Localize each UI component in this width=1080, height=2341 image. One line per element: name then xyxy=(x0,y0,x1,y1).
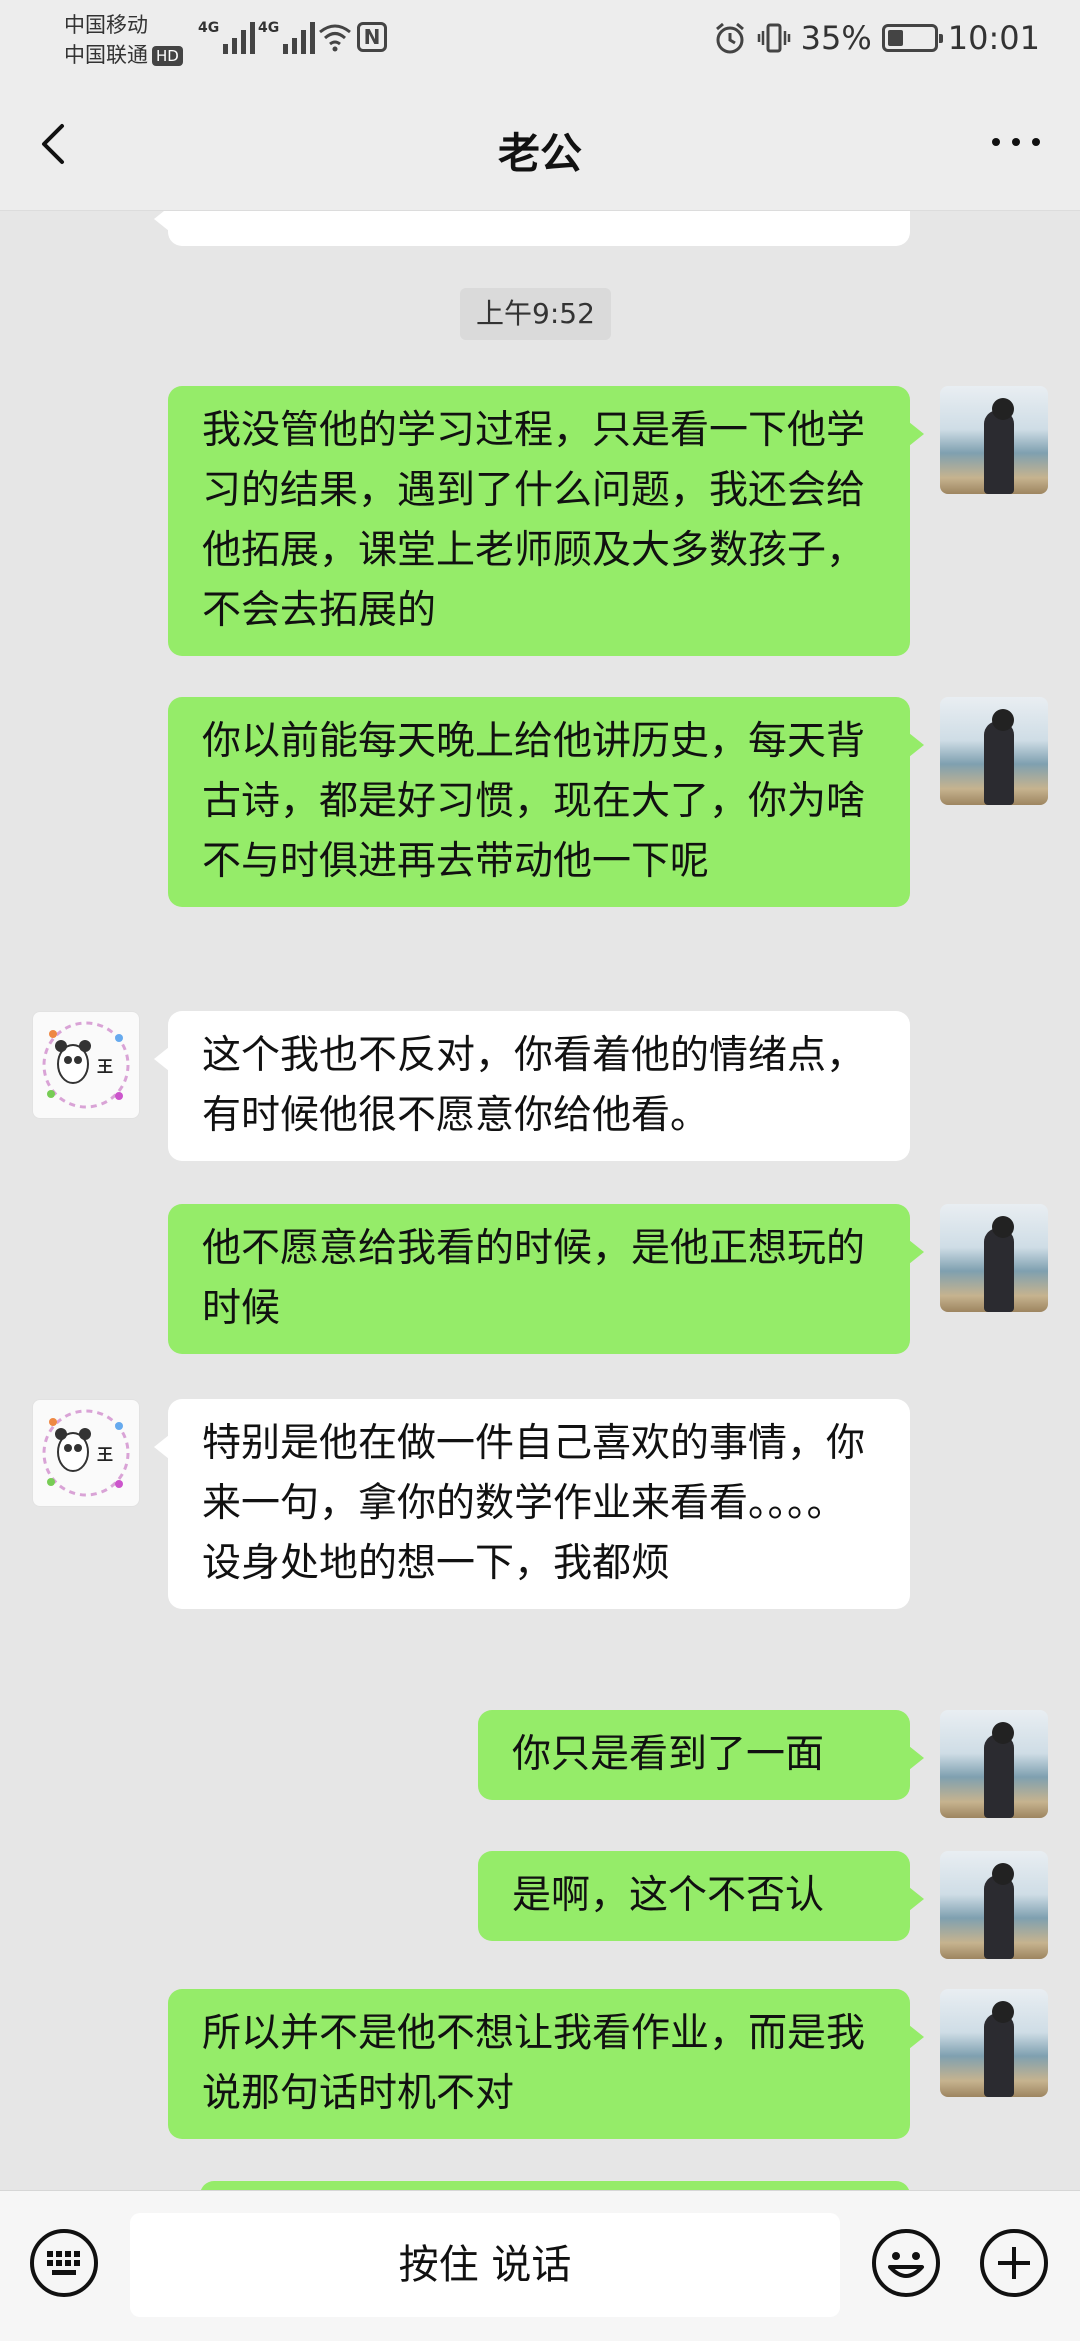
message-text: 他不愿意给我看的时候，是他正想玩的时候 xyxy=(202,1226,866,1331)
battery-icon xyxy=(881,24,943,52)
self-avatar[interactable] xyxy=(940,1851,1048,1959)
alarm-icon xyxy=(715,22,744,54)
panda-avatar-icon: 王 xyxy=(42,1021,130,1109)
message-timestamp: 上午9:52 xyxy=(460,288,611,340)
signal-icon-1: 4G xyxy=(198,20,256,54)
outgoing-message-bubble[interactable]: 所以并不是他不想让我看作业，而是我说那句话时机不对 xyxy=(168,1989,924,2139)
self-avatar[interactable] xyxy=(940,697,1048,805)
self-avatar[interactable] xyxy=(940,1710,1048,1818)
vibrate-icon xyxy=(757,23,790,53)
nfc-icon: N xyxy=(357,22,387,52)
input-bar: 按住 说话 xyxy=(0,2190,1080,2341)
outgoing-message-bubble[interactable]: 你以前能每天晚上给他讲历史，每天背古诗，都是好习惯，现在大了，你为啥不与时俱进再… xyxy=(168,697,924,907)
partial-message-bubble[interactable] xyxy=(200,2181,910,2190)
message-text: 特别是他在做一件自己喜欢的事情，你来一句，拿你的数学作业来看看。。。。设身处地的… xyxy=(202,1421,866,1586)
message-text: 所以并不是他不想让我看作业，而是我说那句话时机不对 xyxy=(202,2011,866,2116)
signal-2-label: 4G xyxy=(258,20,280,36)
add-more-icon[interactable] xyxy=(978,2227,1050,2299)
contact-avatar[interactable]: 王 xyxy=(32,1399,140,1507)
message-text: 这个我也不反对，你看着他的情绪点，有时候他很不愿意你给他看。 xyxy=(202,1033,866,1138)
emoji-icon[interactable] xyxy=(870,2227,942,2299)
keyboard-icon[interactable] xyxy=(28,2227,100,2299)
carrier-1-label: 中国移动 xyxy=(64,13,148,37)
clock: 10:01 xyxy=(947,19,1040,57)
battery-percent: 35% xyxy=(800,19,872,57)
panda-avatar-icon: 王 xyxy=(42,1409,130,1497)
chat-title: 老公 xyxy=(497,129,582,178)
signal-1-label: 4G xyxy=(198,20,220,36)
avatar-label: 王 xyxy=(97,1445,113,1464)
message-text: 我没管他的学习过程，只是看一下他学习的结果，遇到了什么问题，我还会给他拓展，课堂… xyxy=(202,408,866,633)
carrier-info: 中国移动 中国联通 HD xyxy=(64,10,183,70)
outgoing-message-bubble[interactable]: 他不愿意给我看的时候，是他正想玩的时候 xyxy=(168,1204,924,1354)
signal-icon-2: 4G xyxy=(258,20,316,54)
chat-header: 老公 xyxy=(0,80,1080,211)
self-avatar[interactable] xyxy=(940,1989,1048,2097)
message-text: 你以前能每天晚上给他讲历史，每天背古诗，都是好习惯，现在大了，你为啥不与时俱进再… xyxy=(202,719,866,884)
incoming-message-bubble[interactable]: 这个我也不反对，你看着他的情绪点，有时候他很不愿意你给他看。 xyxy=(154,1011,910,1161)
message-text: 是啊，这个不否认 xyxy=(512,1873,825,1918)
status-bar: 中国移动 中国联通 HD 4G 4G N 35% 10:01 xyxy=(0,0,1080,80)
incoming-message-bubble[interactable]: 特别是他在做一件自己喜欢的事情，你来一句，拿你的数学作业来看看。。。。设身处地的… xyxy=(154,1399,910,1609)
hd-badge: HD xyxy=(152,46,183,66)
outgoing-message-bubble[interactable]: 你只是看到了一面 xyxy=(478,1710,924,1800)
partial-message-bubble[interactable] xyxy=(154,211,910,246)
wifi-icon xyxy=(319,24,351,52)
self-avatar[interactable] xyxy=(940,1204,1048,1312)
message-list[interactable]: 上午9:52 我没管他的学习过程，只是看一下他学习的结果，遇到了什么问题，我还会… xyxy=(0,211,1080,2190)
contact-avatar[interactable]: 王 xyxy=(32,1011,140,1119)
self-avatar[interactable] xyxy=(940,386,1048,494)
more-options-icon[interactable] xyxy=(986,120,1046,164)
hold-to-talk-button[interactable]: 按住 说话 xyxy=(130,2213,840,2317)
avatar-label: 王 xyxy=(97,1057,113,1076)
outgoing-message-bubble[interactable]: 我没管他的学习过程，只是看一下他学习的结果，遇到了什么问题，我还会给他拓展，课堂… xyxy=(168,386,924,656)
carrier-2-label: 中国联通 xyxy=(64,43,148,67)
message-text: 你只是看到了一面 xyxy=(512,1732,825,1777)
outgoing-message-bubble[interactable]: 是啊，这个不否认 xyxy=(478,1851,924,1941)
